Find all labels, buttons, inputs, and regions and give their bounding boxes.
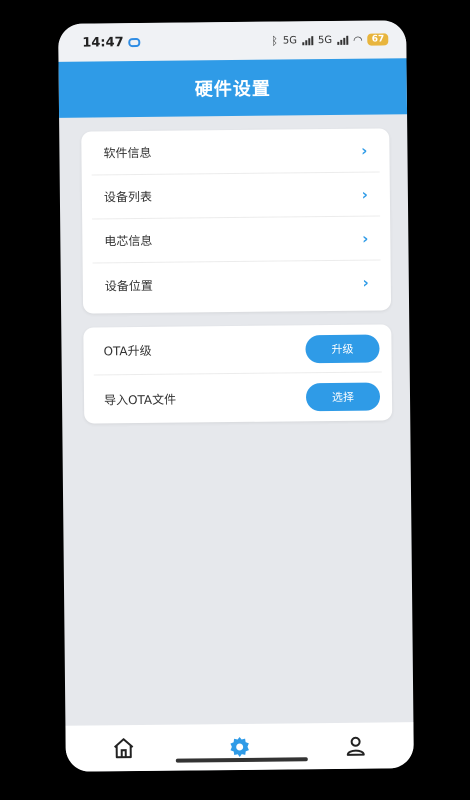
signal-icon: [302, 35, 314, 46]
ota-card: OTA升级 升级 导入OTA文件 选择: [83, 324, 393, 424]
user-icon: [346, 736, 365, 756]
bluetooth-icon: ᛒ: [271, 34, 278, 48]
wifi-icon: ◠: [353, 33, 363, 47]
menu-item-device-location[interactable]: 设备位置 ›: [93, 260, 381, 307]
chevron-right-icon: ›: [361, 185, 368, 204]
menu-item-device-list[interactable]: 设备列表 ›: [91, 172, 381, 220]
menu-item-label: 设备列表: [103, 189, 152, 205]
status-time: 14:47: [82, 34, 124, 51]
battery-icon: 67: [367, 33, 389, 46]
app-header: 硬件设置: [58, 58, 408, 118]
upgrade-button[interactable]: 升级: [305, 333, 380, 363]
status-left: 14:47: [82, 34, 141, 50]
chevron-right-icon: ›: [361, 141, 368, 160]
settings-menu-card: 软件信息 › 设备列表 › 电芯信息 › 设备位置 ›: [81, 128, 392, 314]
page-title: 硬件设置: [194, 78, 271, 101]
gear-icon: [230, 736, 249, 757]
ota-import-label: 导入OTA文件: [103, 392, 177, 407]
menu-item-label: 设备位置: [104, 278, 153, 293]
network-type-1: 5G: [282, 34, 298, 46]
signal-icon-2: [337, 35, 349, 45]
status-right: ᛒ 5G 5G ◠ 67: [271, 33, 389, 48]
status-bar: 14:47 ᛒ 5G 5G ◠ 67: [58, 20, 407, 62]
cloud-icon: [128, 37, 141, 47]
network-type-2: 5G: [317, 34, 333, 46]
menu-item-label: 电芯信息: [104, 233, 153, 249]
ota-import-row: 导入OTA文件 选择: [94, 372, 382, 423]
phone-screen: 14:47 ᛒ 5G 5G ◠ 67 硬件设置 软件信息 › 设备列表 › 电芯…: [58, 20, 414, 772]
chevron-right-icon: ›: [362, 229, 369, 248]
select-file-button[interactable]: 选择: [305, 382, 381, 412]
ota-upgrade-label: OTA升级: [103, 343, 152, 359]
menu-item-label: 软件信息: [103, 145, 152, 161]
menu-item-cell-info[interactable]: 电芯信息 ›: [92, 216, 381, 264]
nav-profile[interactable]: [336, 731, 376, 761]
bottom-nav: [65, 722, 414, 772]
chevron-right-icon: ›: [362, 273, 369, 292]
menu-item-software-info[interactable]: 软件信息 ›: [91, 128, 380, 176]
nav-home[interactable]: [104, 733, 144, 763]
ota-upgrade-row: OTA升级 升级: [93, 324, 382, 376]
home-icon: [113, 738, 134, 759]
